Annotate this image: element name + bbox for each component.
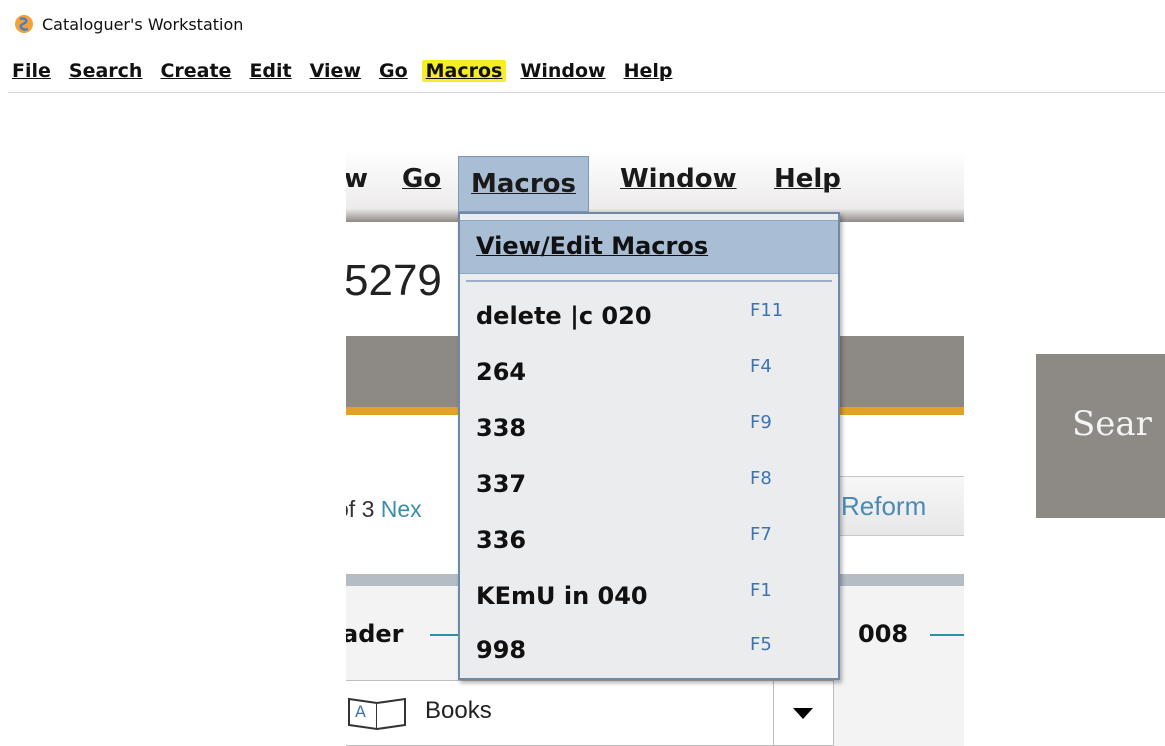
inset-menu-macros[interactable]: Macros (458, 156, 589, 212)
dropdown-arrow-icon[interactable] (773, 681, 832, 745)
macro-label: 337 (476, 470, 527, 498)
macro-label: 264 (476, 358, 527, 386)
inset-menu-window[interactable]: Window (620, 164, 737, 194)
menubar: File Search Create Edit View Go Macros W… (12, 56, 690, 86)
macro-shortcut: F9 (750, 412, 772, 433)
app-title-bar: Cataloguer's Workstation (14, 12, 243, 36)
record-type-label: Books (425, 697, 492, 724)
dropdown-separator (466, 280, 832, 282)
field-008-line (930, 634, 964, 636)
macro-shortcut: F4 (750, 356, 772, 377)
macro-item[interactable]: 338 F9 (460, 400, 838, 454)
inset-menu-go[interactable]: Go (402, 164, 441, 194)
record-type-select[interactable]: A Books (346, 680, 834, 746)
macros-dropdown: View/Edit Macros delete |c 020 F11 264 F… (458, 212, 840, 680)
inset-menu-help[interactable]: Help (774, 164, 841, 194)
field-008-label: 008 (858, 620, 909, 648)
macro-shortcut: F7 (750, 524, 772, 545)
macro-item[interactable]: KEmU in 040 F1 (460, 568, 838, 622)
reformat-button[interactable]: Reform (830, 476, 964, 536)
menubar-divider (8, 92, 1165, 93)
record-number: 5279 (346, 256, 442, 305)
menu-view[interactable]: View (310, 60, 361, 82)
macro-label: 998 (476, 636, 527, 664)
menu-file[interactable]: File (12, 60, 51, 82)
macro-item[interactable]: 337 F8 (460, 456, 838, 510)
menu-search[interactable]: Search (69, 60, 143, 82)
view-edit-macros-item[interactable]: View/Edit Macros (460, 220, 838, 274)
pager-next-link[interactable]: Nex (381, 496, 422, 522)
macro-label: 336 (476, 526, 527, 554)
pager-count: of 3 (346, 496, 375, 522)
macro-item[interactable]: delete |c 020 F11 (460, 288, 838, 342)
menu-go[interactable]: Go (379, 60, 408, 82)
macro-shortcut: F1 (750, 580, 772, 601)
app-title: Cataloguer's Workstation (42, 14, 244, 34)
inset-menu-view-partial[interactable]: w (346, 164, 368, 194)
macro-item[interactable]: 264 F4 (460, 344, 838, 398)
menu-window[interactable]: Window (520, 60, 605, 82)
menu-macros[interactable]: Macros (421, 60, 507, 82)
zoomed-inset: w Go Macros Window Help 5279 of 3 Nex Re… (346, 150, 964, 746)
leader-line (430, 634, 460, 636)
svg-text:A: A (355, 702, 366, 721)
leader-label: ader (346, 620, 404, 648)
menu-help[interactable]: Help (624, 60, 673, 82)
search-button-label: Sear (1072, 404, 1152, 444)
menu-create[interactable]: Create (160, 60, 231, 82)
macro-shortcut: F11 (750, 300, 784, 321)
macro-shortcut: F8 (750, 468, 772, 489)
pager: of 3 Nex (346, 496, 422, 523)
book-icon: A (348, 697, 406, 731)
macro-label: delete |c 020 (476, 302, 652, 330)
view-edit-macros-label: View/Edit Macros (476, 232, 709, 260)
menu-edit[interactable]: Edit (249, 60, 291, 82)
macro-item[interactable]: 336 F7 (460, 512, 838, 566)
search-button[interactable]: Sear (1036, 354, 1165, 518)
macro-label: 338 (476, 414, 527, 442)
macro-shortcut: F5 (750, 634, 772, 655)
app-logo-icon (15, 15, 33, 33)
macro-item[interactable]: 998 F5 (460, 622, 838, 676)
macro-label: KEmU in 040 (476, 582, 648, 610)
